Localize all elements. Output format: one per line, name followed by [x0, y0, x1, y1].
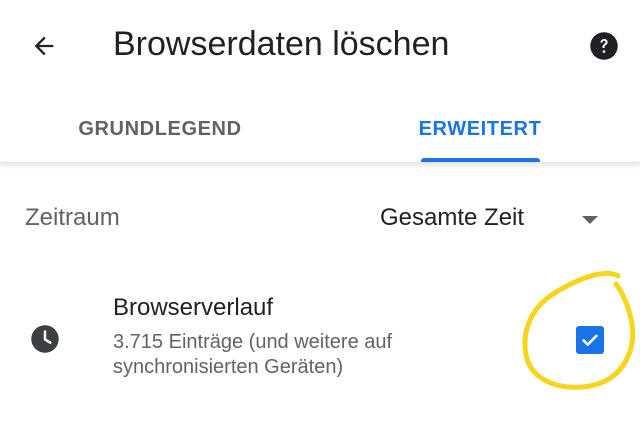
help-circle-icon: [590, 32, 618, 60]
browsing-history-description: 3.715 Einträge (und weitere auf synchron…: [113, 331, 393, 378]
arrow-back-icon: [34, 36, 54, 56]
browsing-history-option[interactable]: Browserverlauf 3.715 Einträge (und weite…: [0, 282, 640, 402]
time-range-dropdown[interactable]: Gesamte Zeit: [360, 196, 620, 244]
time-range-label: Zeitraum: [25, 204, 120, 231]
browsing-history-checkbox[interactable]: [576, 326, 604, 354]
app-bar: Browserdaten löschen: [0, 0, 640, 88]
clock-icon: [31, 325, 59, 353]
tab-bar: GRUNDLEGEND ERWEITERT: [0, 96, 640, 163]
tab-grundlegend[interactable]: GRUNDLEGEND: [0, 96, 320, 162]
time-range-row: Zeitraum Gesamte Zeit: [0, 190, 640, 250]
time-range-value: Gesamte Zeit: [380, 204, 525, 231]
browsing-history-title: Browserverlauf: [113, 294, 274, 321]
page-title: Browserdaten löschen: [113, 25, 450, 63]
dropdown-caret-icon: [582, 216, 598, 224]
selected-tab-indicator: [421, 158, 540, 162]
tab-erweitert[interactable]: ERWEITERT: [320, 96, 640, 162]
checkmark-icon: [582, 334, 598, 346]
back-button[interactable]: [22, 24, 66, 68]
help-button[interactable]: [584, 26, 624, 66]
